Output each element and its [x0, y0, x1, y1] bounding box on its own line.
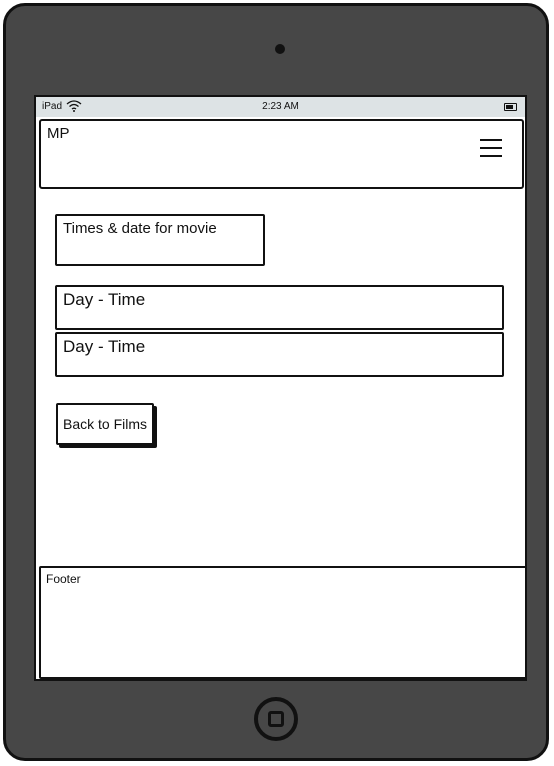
ipad-frame: iPad 2:23 AM MP Times & date for movie D… [3, 3, 549, 761]
status-time: 2:23 AM [262, 101, 299, 112]
page-title: Times & date for movie [55, 214, 265, 266]
showing-row[interactable]: Day - Time [55, 332, 504, 377]
showing-row[interactable]: Day - Time [55, 285, 504, 330]
back-to-films-button[interactable]: Back to Films [56, 403, 154, 445]
home-button-icon[interactable] [254, 697, 298, 741]
screen: iPad 2:23 AM MP Times & date for movie D… [34, 95, 527, 681]
site-header: MP [39, 119, 524, 189]
hamburger-icon[interactable] [480, 139, 502, 157]
camera-dot [275, 44, 285, 54]
battery-icon [504, 103, 517, 111]
status-bar: iPad 2:23 AM [36, 97, 525, 117]
site-footer: Footer [39, 566, 525, 679]
site-logo[interactable]: MP [47, 125, 70, 142]
home-square-icon [268, 711, 284, 727]
